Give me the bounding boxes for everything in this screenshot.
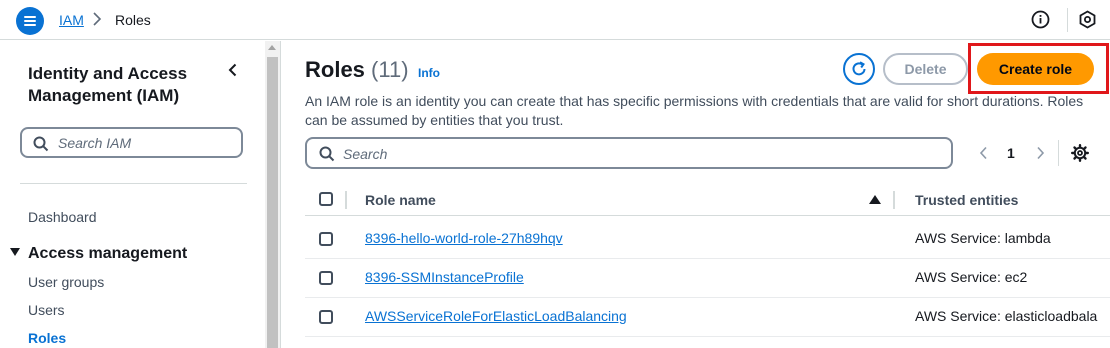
table-row: 8396-SSMInstanceProfile AWS Service: ec2 — [305, 259, 1110, 298]
info-icon[interactable] — [1031, 10, 1050, 29]
roles-search-placeholder: Search — [343, 146, 388, 162]
search-icon — [33, 136, 49, 152]
hexagon-settings-icon[interactable] — [1078, 10, 1097, 29]
role-name-link[interactable]: AWSServiceRoleForElasticLoadBalancing — [365, 308, 627, 324]
sidebar-section-label: Access management — [28, 245, 188, 262]
chevron-right-icon[interactable] — [1034, 146, 1046, 160]
breadcrumb-iam[interactable]: IAM — [59, 12, 84, 28]
refresh-button[interactable] — [843, 53, 875, 85]
table-header: Role name Trusted entities — [305, 184, 1110, 216]
sidebar-title: Identity and Access Management (IAM) — [28, 64, 188, 105]
sidebar-divider — [20, 183, 247, 184]
chevron-left-icon[interactable] — [226, 63, 240, 77]
refresh-icon — [852, 61, 866, 76]
sort-ascending-icon[interactable] — [869, 195, 881, 204]
row-checkbox[interactable] — [319, 310, 333, 324]
sidebar-item-users[interactable]: Users — [28, 302, 65, 318]
caret-down-icon — [10, 248, 20, 256]
delete-button[interactable]: Delete — [883, 53, 968, 85]
trusted-entities-cell: AWS Service: lambda — [915, 230, 1051, 246]
sidebar-item-dashboard[interactable]: Dashboard — [28, 209, 97, 225]
page-description: An IAM role is an identity you can creat… — [305, 93, 1084, 128]
create-role-button[interactable]: Create role — [977, 53, 1094, 85]
page-title: Roles (11) — [305, 57, 409, 83]
row-checkbox[interactable] — [319, 271, 333, 285]
topbar-divider — [1067, 8, 1068, 32]
trusted-entities-cell: AWS Service: elasticloadbala — [915, 308, 1098, 324]
gear-icon[interactable] — [1071, 144, 1089, 162]
top-navigation-bar: IAM Roles — [0, 0, 1110, 40]
roles-count: (11) — [371, 57, 409, 82]
column-header-role-name[interactable]: Role name — [365, 192, 436, 208]
menu-icon[interactable] — [16, 7, 44, 35]
side-navigation: Identity and Access Management (IAM) Sea… — [0, 41, 265, 348]
row-checkbox[interactable] — [319, 232, 333, 246]
sidebar-search-input[interactable]: Search IAM — [20, 127, 243, 158]
column-header-trusted-entities[interactable]: Trusted entities — [915, 192, 1018, 208]
breadcrumb-roles: Roles — [115, 12, 151, 28]
sidebar-item-user-groups[interactable]: User groups — [28, 274, 104, 290]
table-row: AWSServiceRoleForElasticLoadBalancing AW… — [305, 298, 1110, 337]
page-title-text: Roles — [305, 57, 365, 82]
roles-search-input[interactable]: Search — [305, 137, 953, 169]
table-row: 8396-hello-world-role-27h89hqv AWS Servi… — [305, 220, 1110, 259]
panel-divider — [280, 41, 281, 348]
scroll-up-arrow-icon[interactable] — [268, 45, 276, 50]
pagination-page[interactable]: 1 — [1007, 145, 1015, 161]
pagination-divider — [1058, 140, 1059, 166]
sidebar-section-access-management[interactable]: Access management — [10, 245, 187, 263]
scrollbar-thumb[interactable] — [267, 57, 278, 348]
select-all-checkbox[interactable] — [319, 192, 333, 206]
info-link[interactable]: Info — [418, 66, 440, 80]
column-separator — [345, 191, 347, 209]
sidebar-search-placeholder: Search IAM — [58, 135, 132, 151]
search-icon — [319, 146, 335, 162]
trusted-entities-cell: AWS Service: ec2 — [915, 269, 1028, 285]
sidebar-scrollbar[interactable] — [265, 41, 280, 348]
sidebar-item-roles[interactable]: Roles — [28, 330, 66, 346]
role-name-link[interactable]: 8396-hello-world-role-27h89hqv — [365, 230, 563, 246]
chevron-left-icon[interactable] — [978, 146, 990, 160]
role-name-link[interactable]: 8396-SSMInstanceProfile — [365, 269, 524, 285]
column-separator[interactable] — [893, 191, 895, 209]
chevron-right-icon — [92, 9, 102, 32]
